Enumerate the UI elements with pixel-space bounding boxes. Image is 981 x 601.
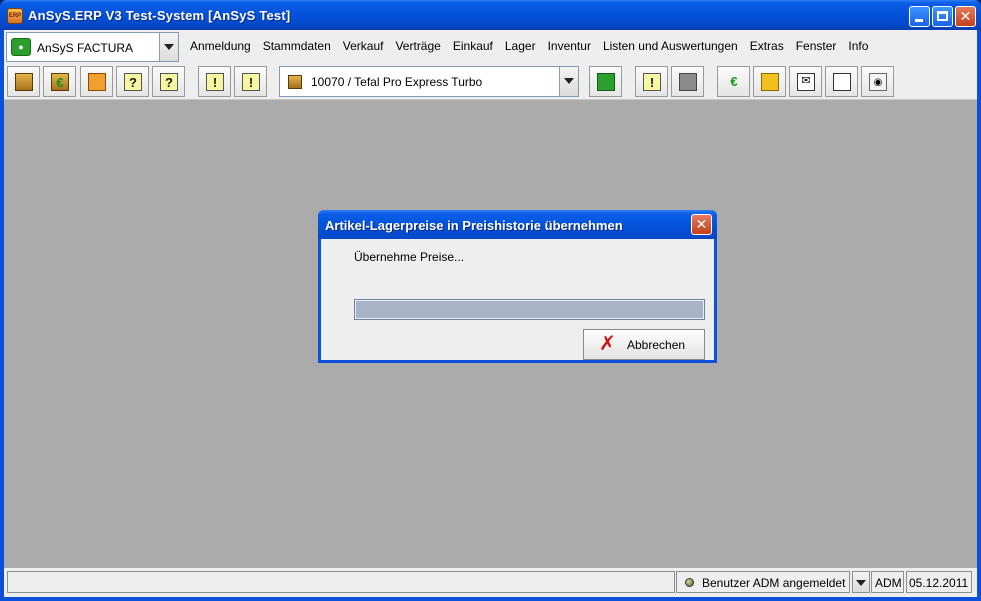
menu-fenster[interactable]: Fenster [796, 39, 837, 55]
toolbar-documents-button[interactable] [825, 66, 858, 97]
toolbar-article-price-button[interactable]: € [43, 66, 76, 97]
house-icon [88, 73, 106, 91]
module-selector-value: AnSyS FACTURA [37, 41, 134, 55]
user-status-text: Benutzer ADM angemeldet [702, 576, 846, 590]
menu-bar: Anmeldung Stammdaten Verkauf Verträge Ei… [184, 39, 874, 55]
toolbar-notice-button[interactable]: ! [635, 66, 668, 97]
chevron-down-icon [856, 580, 866, 586]
question-arrow-icon: ? [160, 73, 178, 91]
title-bar[interactable]: ERP AnSyS.ERP V3 Test-System [AnSyS Test… [0, 0, 981, 30]
euro-icon: € [730, 74, 738, 89]
maximize-icon [933, 7, 952, 26]
user-status-dropdown-button[interactable] [852, 571, 870, 593]
menu-stammdaten[interactable]: Stammdaten [263, 39, 331, 55]
status-bar: Benutzer ADM angemeldet ADM 05.12.2011 [4, 568, 977, 597]
user-field: ADM [871, 571, 904, 593]
eye-icon: ◉ [869, 73, 887, 91]
cancel-x-icon: ✗ [599, 333, 616, 355]
dialog-body: Übernehme Preise... ✗ Abbrechen [321, 239, 714, 360]
menu-vertraege[interactable]: Verträge [395, 39, 440, 55]
exclamation-icon: ! [206, 73, 224, 91]
question-icon: ? [124, 73, 142, 91]
toolbar-delivery-button[interactable] [671, 66, 704, 97]
toolbar-article-button[interactable] [7, 66, 40, 97]
app-icon[interactable]: ERP [7, 8, 23, 24]
menu-row: ● AnSyS FACTURA Anmeldung Stammdaten Ver… [4, 30, 977, 63]
phone-icon [761, 73, 779, 91]
toolbar-stock-button[interactable] [589, 66, 622, 97]
menu-info[interactable]: Info [848, 39, 868, 55]
menu-einkauf[interactable]: Einkauf [453, 39, 493, 55]
toolbar-info-arrow-button[interactable]: ! [234, 66, 267, 97]
module-selector[interactable]: ● AnSyS FACTURA [6, 32, 179, 62]
maximize-button[interactable] [932, 6, 953, 27]
documents-icon [833, 73, 851, 91]
chevron-down-icon [164, 44, 174, 50]
toolbar-phone-button[interactable] [753, 66, 786, 97]
window-title: AnSyS.ERP V3 Test-System [AnSyS Test] [28, 8, 291, 23]
article-selector-value: 10070 / Tefal Pro Express Turbo [311, 75, 483, 89]
cancel-button-label: Abbrechen [627, 338, 686, 352]
menu-verkauf[interactable]: Verkauf [343, 39, 384, 55]
status-message-field [7, 571, 675, 593]
article-selector[interactable]: 10070 / Tefal Pro Express Turbo [279, 66, 579, 97]
toolbar: € ? ? ! ! 10070 / Tefal Pro Express Turb… [4, 63, 977, 100]
menu-listen-und-auswertungen[interactable]: Listen und Auswertungen [603, 39, 738, 55]
box-icon [288, 75, 302, 89]
box-euro-icon: € [51, 73, 69, 91]
toolbar-payment-button[interactable]: € [717, 66, 750, 97]
close-icon: ✕ [959, 8, 972, 24]
toolbar-query-button[interactable]: ? [116, 66, 149, 97]
exclamation-arrow-icon: ! [242, 73, 260, 91]
date-text: 05.12.2011 [909, 576, 969, 590]
box-icon [15, 73, 33, 91]
menu-lager[interactable]: Lager [505, 39, 536, 55]
stock-box-icon [597, 73, 615, 91]
progress-dialog: Artikel-Lagerpreise in Preishistorie übe… [318, 210, 717, 363]
toolbar-query-arrow-button[interactable]: ? [152, 66, 185, 97]
minimize-button[interactable] [909, 6, 930, 27]
close-button[interactable]: ✕ [955, 6, 976, 27]
toolbar-view-button[interactable]: ◉ [861, 66, 894, 97]
dialog-title-bar[interactable]: Artikel-Lagerpreise in Preishistorie übe… [318, 210, 717, 239]
menu-anmeldung[interactable]: Anmeldung [190, 39, 251, 55]
menu-extras[interactable]: Extras [750, 39, 784, 55]
toolbar-info-button[interactable]: ! [198, 66, 231, 97]
mail-icon: ✉ [797, 73, 815, 91]
chevron-down-icon [564, 78, 574, 84]
progress-bar-fill [356, 301, 703, 318]
date-field: 05.12.2011 [906, 571, 972, 593]
toolbar-mail-button[interactable]: ✉ [789, 66, 822, 97]
status-led-icon [685, 578, 694, 587]
module-selector-dropdown-button[interactable] [159, 33, 178, 61]
user-status-field: Benutzer ADM angemeldet [676, 571, 850, 593]
progress-bar [354, 299, 705, 320]
cancel-button[interactable]: ✗ Abbrechen [583, 329, 705, 360]
close-icon: ✕ [695, 216, 708, 232]
dialog-close-button[interactable]: ✕ [691, 214, 712, 235]
truck-icon [679, 73, 697, 91]
menu-inventur[interactable]: Inventur [548, 39, 591, 55]
exclamation-icon: ! [643, 73, 661, 91]
factura-module-icon: ● [11, 38, 31, 56]
toolbar-home-button[interactable] [80, 66, 113, 97]
dialog-title: Artikel-Lagerpreise in Preishistorie übe… [325, 218, 623, 233]
dialog-message: Übernehme Preise... [354, 250, 465, 264]
article-selector-dropdown-button[interactable] [559, 67, 578, 96]
user-text: ADM [875, 576, 902, 590]
